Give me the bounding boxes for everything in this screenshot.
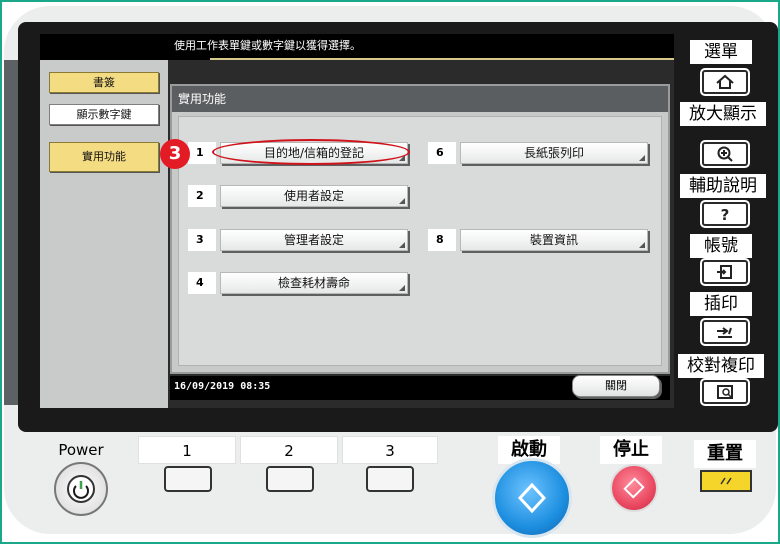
stop-icon [623, 477, 645, 499]
corner-icon [639, 242, 645, 248]
function-label: 裝置資訊 [529, 233, 578, 247]
account-icon[interactable] [702, 260, 748, 284]
corner-icon [399, 242, 405, 248]
instruction-text: 使用工作表單鍵或數字鍵以獲得選擇。 [174, 39, 361, 52]
reset-button[interactable] [700, 470, 752, 492]
instruction-bar: 使用工作表單鍵或數字鍵以獲得選擇。 [40, 34, 674, 60]
function-button-device-info[interactable]: 裝置資訊 [460, 229, 648, 251]
stop-label: 停止 [600, 436, 662, 464]
function-number: 3 [188, 229, 216, 251]
power-icon [67, 475, 95, 503]
function-button-admin-settings[interactable]: 管理者設定 [220, 229, 408, 251]
question-icon[interactable]: ? [702, 202, 748, 226]
function-button-destination-register[interactable]: 目的地/信箱的登記 [220, 142, 408, 164]
zoom-in-icon[interactable] [702, 142, 748, 166]
dialog-title: 實用功能 [172, 86, 668, 112]
step-marker: 3 [160, 139, 190, 169]
function-label: 使用者設定 [283, 189, 344, 203]
tab-bookmark[interactable]: 書簽 [49, 72, 159, 93]
key-label-1: 1 [138, 436, 236, 464]
tab-utility[interactable]: 實用功能 [49, 142, 159, 172]
right-label-help: 輔助說明 [680, 174, 766, 198]
function-label: 檢查耗材壽命 [277, 276, 350, 290]
reset-label: 重置 [694, 440, 756, 468]
register-key-3[interactable] [366, 466, 414, 492]
datetime: 16/09/2019 08:35 [174, 381, 271, 392]
right-label-interrupt: 插印 [690, 292, 752, 316]
stop-button[interactable] [610, 464, 658, 512]
function-number: 2 [188, 185, 216, 207]
svg-text:?: ? [721, 206, 730, 224]
reset-icon [720, 477, 732, 485]
corner-icon [399, 285, 405, 291]
function-number: 6 [428, 142, 456, 164]
register-key-1[interactable] [164, 466, 212, 492]
key-label-3: 3 [342, 436, 438, 464]
function-button-user-settings[interactable]: 使用者設定 [220, 185, 408, 207]
interrupt-icon[interactable] [702, 320, 748, 344]
function-label: 管理者設定 [283, 233, 344, 247]
function-label: 目的地/信箱的登記 [263, 146, 365, 160]
right-label-account: 帳號 [690, 234, 752, 258]
left-tab-panel: 書簽 顯示數字鍵 實用功能 [40, 60, 168, 408]
corner-icon [399, 155, 405, 161]
close-button[interactable]: 關閉 [572, 375, 660, 397]
function-number: 1 [188, 142, 216, 164]
function-number: 8 [428, 229, 456, 251]
right-label-proof-copy: 校對複印 [678, 354, 764, 378]
right-label-zoom: 放大顯示 [680, 102, 766, 126]
proof-copy-icon[interactable] [702, 380, 748, 404]
function-button-consumables[interactable]: 檢查耗材壽命 [220, 272, 408, 294]
corner-icon [639, 155, 645, 161]
register-key-2[interactable] [266, 466, 314, 492]
tab-show-keypad[interactable]: 顯示數字鍵 [49, 104, 159, 125]
power-button[interactable] [54, 462, 108, 516]
home-icon[interactable] [702, 70, 748, 94]
corner-icon [399, 198, 405, 204]
function-button-long-paper[interactable]: 長紙張列印 [460, 142, 648, 164]
start-button[interactable] [492, 458, 572, 538]
right-label-menu: 選單 [690, 40, 752, 64]
power-label: Power [58, 441, 104, 459]
key-label-2: 2 [240, 436, 338, 464]
start-icon [517, 482, 547, 514]
function-number: 4 [188, 272, 216, 294]
function-label: 長紙張列印 [523, 146, 584, 160]
